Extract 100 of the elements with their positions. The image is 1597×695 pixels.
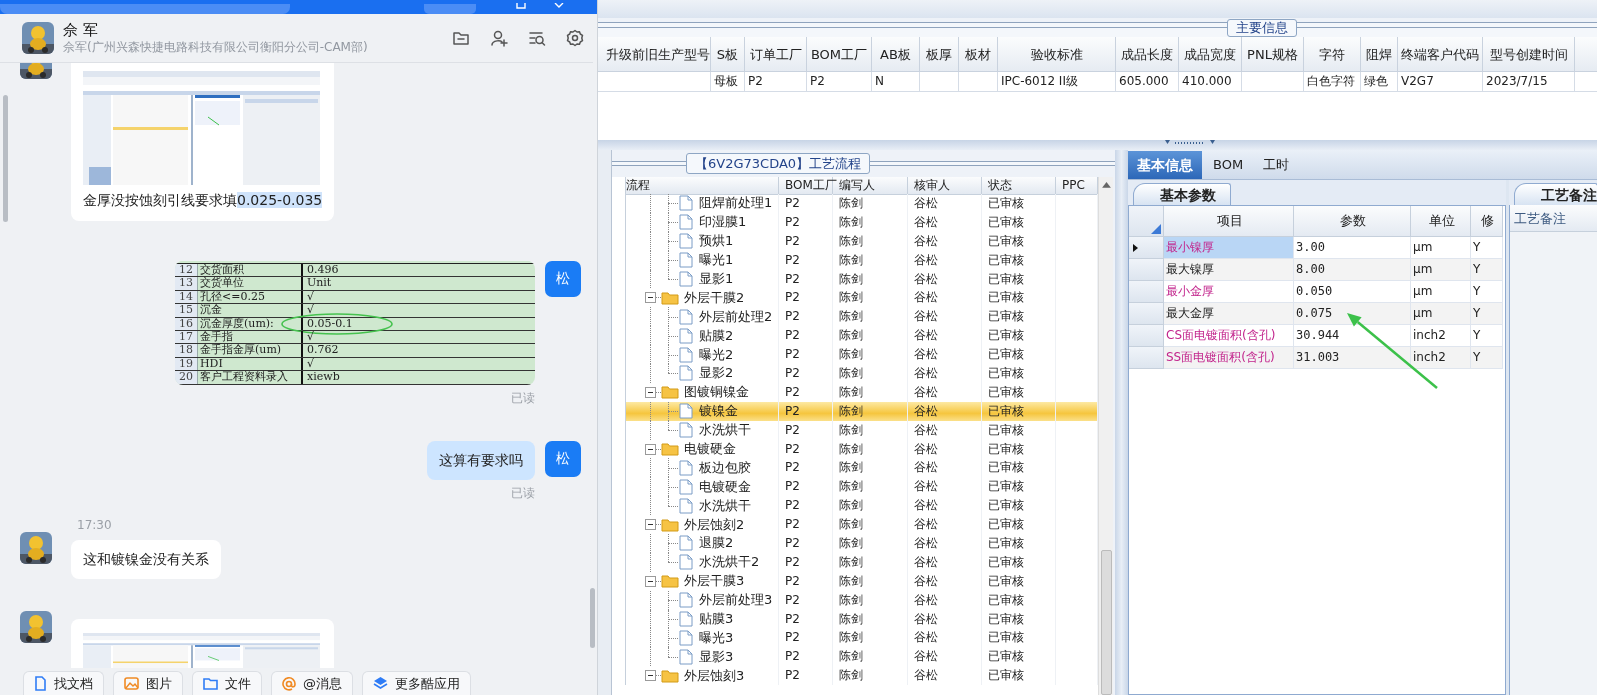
settings-icon[interactable] bbox=[566, 29, 584, 47]
scrollbar-thumb[interactable] bbox=[1100, 549, 1112, 695]
scroll-up-icon[interactable] bbox=[1101, 182, 1111, 188]
tree-row[interactable]: 曝光1 P2 陈剑 谷松 已审核 bbox=[612, 250, 1098, 270]
table-cell: 已审核 bbox=[982, 496, 1056, 516]
table-cell: 陈剑 bbox=[833, 458, 908, 478]
tree-row[interactable]: 贴膜2 P2 陈剑 谷松 已审核 bbox=[612, 326, 1098, 346]
row-header[interactable] bbox=[1129, 237, 1164, 259]
column-header: 终端客户代码 bbox=[1398, 37, 1483, 72]
tree-row[interactable]: 水洗烘干 P2 陈剑 谷松 已审核 bbox=[612, 420, 1098, 440]
table-cell: 已审核 bbox=[982, 552, 1056, 572]
search-field[interactable] bbox=[0, 4, 290, 14]
collapse-icon[interactable] bbox=[645, 292, 656, 304]
step-label: 曝光3 bbox=[699, 628, 734, 647]
tree-row[interactable]: 退膜2 P2 陈剑 谷松 已审核 bbox=[612, 534, 1098, 553]
table-cell: P2 bbox=[779, 326, 833, 346]
tree-row[interactable]: 外层前处理2 P2 陈剑 谷松 已审核 bbox=[612, 307, 1098, 327]
folder-icon[interactable] bbox=[452, 29, 470, 47]
tree-row[interactable]: 电镀硬金 P2 陈剑 谷松 已审核 bbox=[612, 477, 1098, 497]
table-cell[interactable]: 最大金厚 bbox=[1164, 303, 1294, 325]
table-cell: P2 bbox=[779, 345, 833, 364]
scrollbar[interactable] bbox=[3, 95, 8, 222]
toolbar-button[interactable]: 更多酷应用 bbox=[362, 671, 471, 695]
toolbar-button[interactable]: 图片 bbox=[113, 671, 183, 695]
avatar[interactable]: 松 bbox=[545, 261, 581, 297]
splitter-grip[interactable] bbox=[1165, 140, 1215, 146]
tree-row[interactable]: 贴膜3 P2 陈剑 谷松 已审核 bbox=[612, 609, 1098, 629]
tree-row[interactable]: 板边包胶 P2 陈剑 谷松 已审核 bbox=[612, 458, 1098, 478]
avatar[interactable] bbox=[22, 22, 54, 54]
tree-row[interactable]: 外层前处理3 P2 陈剑 谷松 已审核 bbox=[612, 590, 1098, 610]
table-cell: 已审核 bbox=[982, 571, 1056, 591]
tree-row[interactable]: 水洗烘干2 P2 陈剑 谷松 已审核 bbox=[612, 552, 1098, 572]
tab[interactable]: 工艺备注 bbox=[1514, 183, 1597, 205]
avatar[interactable]: 松 bbox=[545, 440, 581, 477]
step-label: 镀镍金 bbox=[699, 402, 738, 421]
tree-row[interactable]: 显影3 P2 陈剑 谷松 已审核 bbox=[612, 647, 1098, 667]
collapse-icon[interactable] bbox=[645, 670, 656, 682]
column-header: 订单工厂 bbox=[745, 37, 807, 72]
step-label: 外层前处理2 bbox=[699, 307, 773, 326]
tab[interactable]: 工时 bbox=[1254, 150, 1299, 179]
table-cell: P2 bbox=[779, 628, 833, 648]
table-cell[interactable]: SS面电镀面积(含孔) bbox=[1164, 347, 1294, 369]
search-list-icon[interactable] bbox=[528, 29, 546, 47]
row-number: 13 bbox=[175, 277, 198, 290]
tree-row[interactable]: 印湿膜1 P2 陈剑 谷松 已审核 bbox=[612, 212, 1098, 232]
table-cell: 谷松 bbox=[908, 250, 982, 270]
tab[interactable]: 基本参数 bbox=[1133, 183, 1231, 205]
collapse-icon[interactable] bbox=[645, 443, 656, 455]
tree-row[interactable]: 显影1 P2 陈剑 谷松 已审核 bbox=[612, 269, 1098, 289]
tree-row[interactable]: 外层干膜3 P2 陈剑 谷松 已审核 bbox=[612, 571, 1098, 591]
avatar[interactable] bbox=[20, 531, 52, 564]
tree-row[interactable]: 图镀铜镍金 P2 陈剑 谷松 已审核 bbox=[612, 382, 1098, 402]
tree-row[interactable]: 电镀硬金 P2 陈剑 谷松 已审核 bbox=[612, 439, 1098, 459]
tab[interactable]: BOM bbox=[1204, 150, 1253, 179]
add-person-icon[interactable] bbox=[490, 29, 508, 47]
table-cell[interactable]: 最大镍厚 bbox=[1164, 259, 1294, 281]
tree-row[interactable]: 水洗烘干 P2 陈剑 谷松 已审核 bbox=[612, 496, 1098, 516]
document-icon bbox=[679, 497, 693, 514]
read-status: 已读 bbox=[510, 390, 536, 405]
table-cell: P2 bbox=[779, 364, 833, 383]
section-title: 【6V2G73CDA0】工艺流程 bbox=[686, 153, 871, 174]
avatar[interactable] bbox=[20, 610, 52, 643]
document-icon bbox=[679, 403, 693, 420]
selected-text: 0.025-0.035 bbox=[237, 192, 323, 208]
table-cell-text: √ bbox=[306, 290, 315, 304]
tree-row[interactable]: 曝光3 P2 陈剑 谷松 已审核 bbox=[612, 628, 1098, 648]
toolbar-button[interactable]: 文件 bbox=[192, 671, 262, 695]
tree-row[interactable]: 外层蚀刻3 P2 陈剑 谷松 已审核 bbox=[612, 666, 1098, 686]
table-cell: 谷松 bbox=[908, 439, 982, 459]
table-cell: 陈剑 bbox=[833, 364, 908, 383]
close-icon[interactable] bbox=[554, 3, 564, 9]
table-cell: 陈剑 bbox=[833, 269, 908, 289]
toolbar-button[interactable]: @消息 bbox=[271, 671, 353, 695]
scrollbar[interactable] bbox=[1098, 177, 1113, 695]
table-cell[interactable]: 最小镍厚 bbox=[1164, 237, 1294, 259]
tree-row[interactable]: 曝光2 P2 陈剑 谷松 已审核 bbox=[612, 345, 1098, 364]
table-cell: P2 bbox=[779, 496, 833, 516]
collapse-icon[interactable] bbox=[645, 575, 656, 587]
picture-icon bbox=[124, 677, 139, 690]
scrollbar[interactable] bbox=[590, 588, 595, 648]
table-cell: P2 bbox=[779, 552, 833, 572]
header-filler bbox=[1575, 37, 1597, 72]
step-label: 印湿膜1 bbox=[699, 213, 747, 232]
document-icon bbox=[679, 422, 693, 439]
contact-name: 佘 军 bbox=[63, 21, 99, 39]
collapse-icon[interactable] bbox=[645, 386, 656, 398]
tree-row[interactable]: 预烘1 P2 陈剑 谷松 已审核 bbox=[612, 231, 1098, 251]
table-cell: 交货单位 bbox=[198, 277, 303, 290]
tab[interactable]: 基本信息 bbox=[1128, 150, 1202, 179]
toolbar-button[interactable]: 找文档 bbox=[23, 671, 104, 695]
tree-row[interactable]: 显影2 P2 陈剑 谷松 已审核 bbox=[612, 364, 1098, 383]
tree-row[interactable]: 镀镍金 P2 陈剑 谷松 已审核 bbox=[612, 401, 1098, 421]
table-cell: 陈剑 bbox=[833, 534, 908, 553]
collapse-icon[interactable] bbox=[645, 519, 656, 531]
read-status: 已读 bbox=[510, 485, 536, 500]
tree-row[interactable]: 外层干膜2 P2 陈剑 谷松 已审核 bbox=[612, 288, 1098, 308]
document-icon bbox=[34, 676, 47, 691]
table-cell: 谷松 bbox=[908, 231, 982, 251]
tree-row[interactable]: 外层蚀刻2 P2 陈剑 谷松 已审核 bbox=[612, 515, 1098, 535]
tree-row[interactable]: 阻焊前处理1 P2 陈剑 谷松 已审核 bbox=[612, 194, 1098, 213]
